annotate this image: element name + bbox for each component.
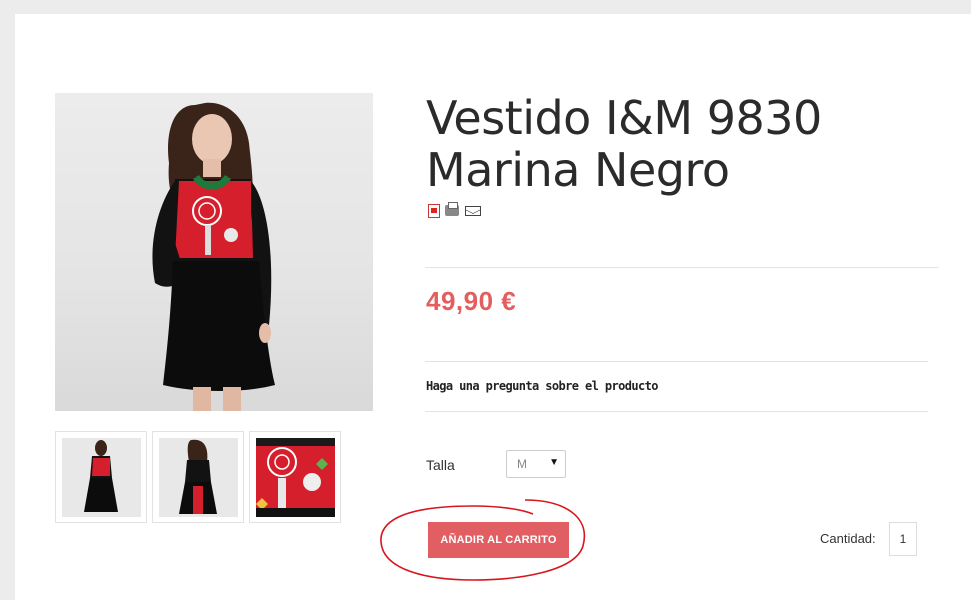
quantity-label: Cantidad:	[820, 531, 876, 546]
thumbnail-detail-image	[256, 438, 335, 517]
product-title-line-2: Marina Negro	[426, 143, 730, 197]
thumbnail-3[interactable]	[249, 431, 341, 523]
product-page: Vestido I&M 9830 Marina Negro 49,90 € Ha…	[15, 14, 971, 600]
product-photo	[152, 102, 275, 411]
product-actions	[428, 202, 482, 218]
thumbnail-back-image	[159, 438, 238, 517]
add-to-cart-button[interactable]: AÑADIR AL CARRITO	[428, 522, 569, 558]
divider	[425, 267, 939, 268]
size-selected-value: M	[517, 457, 527, 471]
thumbnail-1[interactable]	[55, 431, 147, 523]
thumbnail-2[interactable]	[152, 431, 244, 523]
product-price: 49,90 €	[426, 286, 517, 316]
thumbnail-front-image	[62, 438, 141, 517]
product-title-line-1: Vestido I&M 9830	[426, 91, 822, 145]
print-icon[interactable]	[445, 202, 460, 217]
divider	[425, 361, 928, 362]
quantity-input[interactable]	[889, 522, 917, 556]
size-label: Talla	[426, 457, 455, 473]
chevron-down-icon: ▼	[549, 457, 559, 468]
ask-question-link[interactable]: Haga una pregunta sobre el producto	[426, 379, 658, 393]
email-icon[interactable]	[464, 205, 481, 216]
product-main-image[interactable]	[55, 93, 373, 411]
pdf-icon[interactable]	[428, 203, 440, 218]
product-title: Vestido I&M 9830 Marina Negro	[426, 92, 946, 196]
size-select[interactable]: M ▼	[506, 450, 566, 478]
divider	[425, 411, 928, 412]
